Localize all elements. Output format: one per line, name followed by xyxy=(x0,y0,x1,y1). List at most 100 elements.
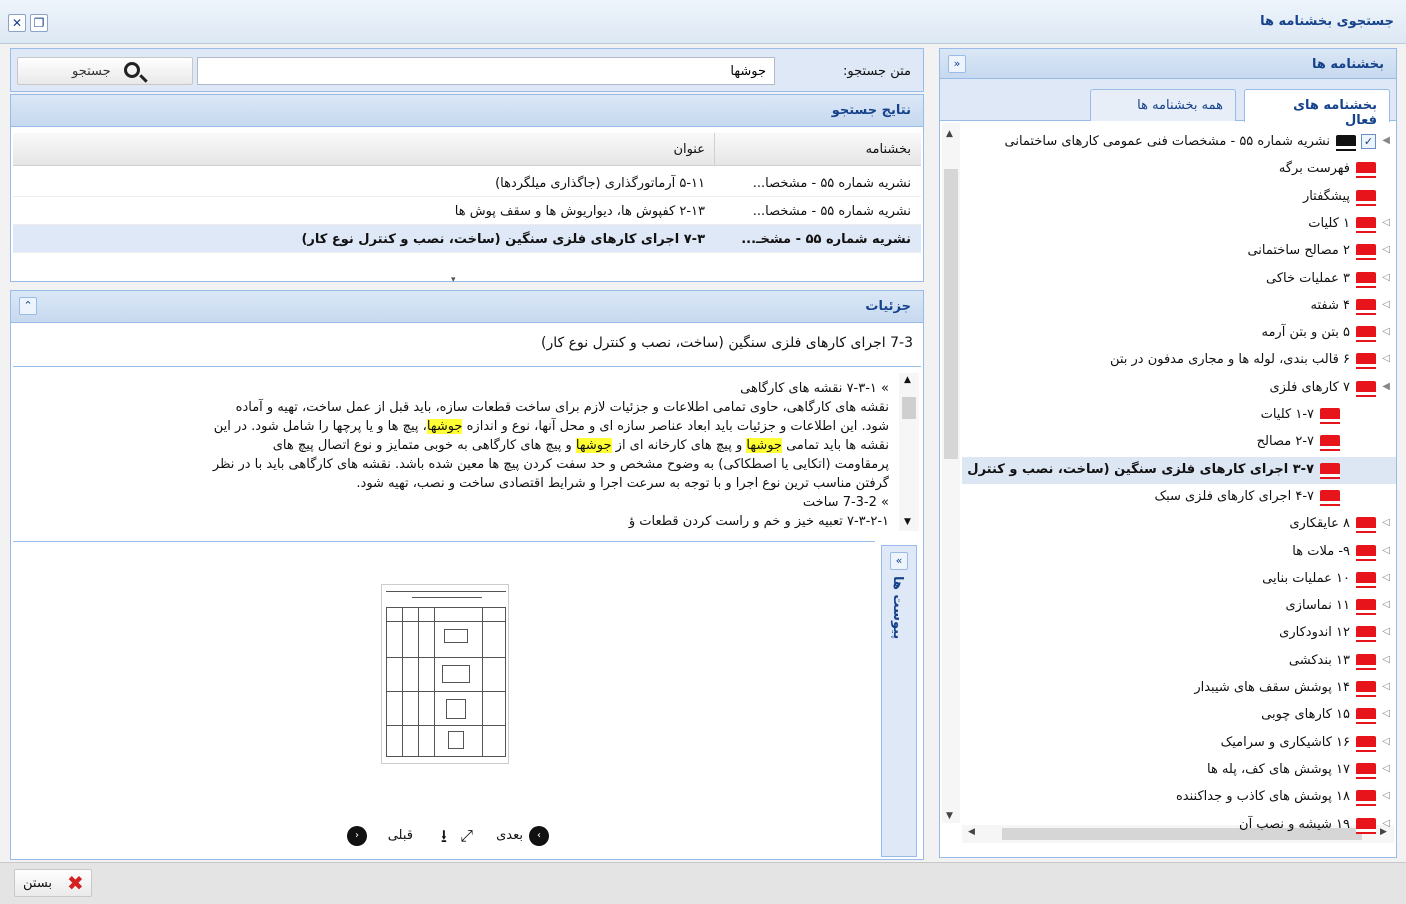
tree-item-label: ۹- ملات ها xyxy=(1292,543,1350,559)
tree-item-label: ۱۸ پوشش های کاذب و جداکننده xyxy=(1175,789,1350,805)
expand-arrow-icon[interactable]: ◁ xyxy=(1382,654,1390,665)
detail-line: ۷-۳-۲-۱ تعبیه خیز و خم و راست کردن قطعات… xyxy=(628,514,889,529)
tree-item[interactable]: ◀ ۷ کارهای فلزی xyxy=(962,375,1396,402)
scroll-down-arrow-icon[interactable]: ▼ xyxy=(946,811,953,821)
book-icon xyxy=(1356,735,1376,750)
tree-item[interactable]: ◁ ۱ کلیات xyxy=(962,211,1396,238)
search-input[interactable] xyxy=(197,57,775,85)
tree-item-label: ۷ کارهای فلزی xyxy=(1269,379,1350,395)
tree-item[interactable]: ◁ ۴ شفته xyxy=(962,293,1396,320)
scroll-up-arrow-icon[interactable]: ▲ xyxy=(904,375,911,385)
expand-arrow-icon[interactable]: ◁ xyxy=(1382,545,1390,556)
expand-arrow-icon[interactable]: ◀ xyxy=(1382,135,1390,146)
tree-item[interactable]: ◁ ۱۲ اندودکاری xyxy=(962,620,1396,647)
scroll-up-arrow-icon[interactable]: ▲ xyxy=(946,129,953,139)
restore-window-icon[interactable]: ❐ xyxy=(30,14,48,32)
tree-item-checkbox[interactable]: ✓ xyxy=(1361,134,1376,149)
close-button-label: بستن xyxy=(23,876,53,891)
close-window-icon[interactable]: ✕ xyxy=(8,14,26,32)
tree-item[interactable]: فهرست برگه xyxy=(962,156,1396,183)
tree-item-label: ۸ عایقکاری xyxy=(1289,516,1350,532)
tree-item[interactable]: ◁ ۱۱ نماسازی xyxy=(962,593,1396,620)
expand-arrow-icon[interactable]: ◁ xyxy=(1382,790,1390,801)
table-row[interactable]: نشریه شماره ۵۵ - مشخصا... ۲-۱۳ کفپوش ها، … xyxy=(13,197,921,225)
book-icon xyxy=(1356,681,1376,695)
scroll-down-arrow-icon[interactable]: ▼ xyxy=(904,517,911,527)
table-row[interactable]: نشریه شماره ۵۵ - مشخصا... ۵-۱۱ آرماتورگذا… xyxy=(13,169,921,197)
fullscreen-icon[interactable]: ⤢ xyxy=(460,826,473,846)
expand-arrow-icon[interactable]: ◁ xyxy=(1382,818,1390,829)
tree-item[interactable]: ◁ ۱۳ بندکشی xyxy=(962,648,1396,675)
tree-item-label: ۱۷ پوشش های کف، پله ها xyxy=(1207,761,1350,777)
tree-item[interactable]: ◁ ۲ مصالح ساختمانی xyxy=(962,238,1396,265)
column-header-bulletin[interactable]: بخشنامه xyxy=(866,142,911,157)
tree-item[interactable]: ۱-۷ کلیات xyxy=(962,402,1396,429)
detail-scrollbar[interactable]: ▲ ▼ xyxy=(899,373,919,531)
book-icon xyxy=(1356,189,1376,204)
detail-scroll-thumb[interactable] xyxy=(902,397,916,419)
tree-item[interactable]: ◁ ۶ قالب بندی، لوله ها و مجاری مدفون در ب… xyxy=(962,347,1396,374)
expand-arrow-icon[interactable]: ◁ xyxy=(1382,708,1390,719)
tree-item[interactable]: ◁ ۹- ملات ها xyxy=(962,539,1396,566)
expand-arrow-icon[interactable]: ◁ xyxy=(1382,681,1390,692)
book-icon xyxy=(1356,380,1376,395)
tree-item[interactable]: ◁ ۸ عایقکاری xyxy=(962,511,1396,538)
search-results-panel: نتایج جستجو بخشنامه عنوان نشریه شماره ۵۵… xyxy=(10,94,924,285)
expand-arrow-icon[interactable]: ◀ xyxy=(1382,381,1390,392)
tab-active-bulletins[interactable]: بخشنامه های فعال xyxy=(1244,89,1390,128)
tree-item[interactable]: پیشگفتار xyxy=(962,184,1396,211)
tree-item[interactable]: ◁ ۱۵ کارهای چوبی xyxy=(962,702,1396,729)
table-row[interactable]: نشریه شماره ۵۵ - مشخـ... ۷-۳ اجرای کارهای… xyxy=(13,225,921,253)
expand-arrow-icon[interactable]: ◁ xyxy=(1382,326,1390,337)
tree-item[interactable]: ◁ ۵ بتن و بتن آرمه xyxy=(962,320,1396,347)
tree-item[interactable]: ◁ ۳ عملیات خاکی xyxy=(962,266,1396,293)
expand-arrow-icon[interactable]: ◁ xyxy=(1382,599,1390,610)
tree-item[interactable]: ◁ ۱۷ پوشش های کف، پله ها xyxy=(962,757,1396,784)
tree-item[interactable]: ۳-۷ اجرای کارهای فلزی سنگین (ساخت، نصب و… xyxy=(962,456,1396,484)
bulletins-panel-header: بخشنامه ها » xyxy=(940,49,1396,79)
result-bulletin-cell: نشریه شماره ۵۵ - مشخـ... xyxy=(741,232,911,247)
expand-attachments-icon[interactable]: « xyxy=(890,552,908,570)
tree-item[interactable]: ◁ ۱۶ کاشیکاری و سرامیک xyxy=(962,730,1396,757)
tree-item[interactable]: ◁ ۱۴ پوشش سقف های شیبدار xyxy=(962,675,1396,702)
tree-item[interactable]: ◀ ✓ نشریه شماره ۵۵ - مشخصات فنی عمومی کاره… xyxy=(962,129,1396,156)
expand-arrow-icon[interactable]: ◁ xyxy=(1382,244,1390,255)
collapse-details-icon[interactable]: ⌃ xyxy=(19,297,37,315)
close-button[interactable]: ✖ بستن xyxy=(14,869,92,897)
tree-vertical-scrollbar[interactable]: ▲ ▼ xyxy=(942,123,960,823)
results-grid-header: بخشنامه عنوان xyxy=(13,133,921,166)
expand-arrow-icon[interactable]: ◁ xyxy=(1382,626,1390,637)
next-page-label[interactable]: بعدی xyxy=(496,828,523,843)
tree-item-label: ۲ مصالح ساختمانی xyxy=(1247,243,1350,259)
expand-arrow-icon[interactable]: ◁ xyxy=(1382,736,1390,747)
splitter-handle-icon[interactable]: ▾ xyxy=(451,275,456,285)
document-page-thumbnail[interactable] xyxy=(381,584,509,764)
book-icon xyxy=(1356,244,1376,259)
attachments-bar[interactable]: « پیوست ها xyxy=(881,545,917,857)
expand-arrow-icon[interactable]: ◁ xyxy=(1382,763,1390,774)
tree-item[interactable]: ۲-۷ مصالح xyxy=(962,429,1396,456)
tree-scroll-thumb[interactable] xyxy=(944,169,958,459)
tree-item[interactable]: ◁ ۱۸ پوشش های کاذب و جداکننده xyxy=(962,784,1396,811)
previous-page-icon[interactable]: ‹ xyxy=(347,826,367,846)
tab-all-bulletins[interactable]: همه بخشنامه ها xyxy=(1090,89,1236,121)
book-icon xyxy=(1356,626,1376,641)
search-button[interactable]: جستجو xyxy=(17,57,193,85)
tree-item[interactable]: ◁ ۱۰ عملیات بنایی xyxy=(962,566,1396,593)
tree-item[interactable]: ◁ ۱۹ شیشه و نصب آن xyxy=(962,812,1396,839)
previous-page-label[interactable]: قبلی xyxy=(388,828,413,843)
collapse-panel-icon[interactable]: » xyxy=(948,55,966,73)
tree-item-label: ۱ کلیات xyxy=(1308,215,1350,231)
expand-arrow-icon[interactable]: ◁ xyxy=(1382,272,1390,283)
expand-arrow-icon[interactable]: ◁ xyxy=(1382,353,1390,364)
expand-arrow-icon[interactable]: ◁ xyxy=(1382,517,1390,528)
tree-item[interactable]: ۴-۷ اجرای کارهای فلزی سبک xyxy=(962,484,1396,511)
column-header-title[interactable]: عنوان xyxy=(673,142,705,157)
expand-arrow-icon[interactable]: ◁ xyxy=(1382,217,1390,228)
tab-label: همه بخشنامه ها xyxy=(1137,98,1223,113)
expand-arrow-icon[interactable]: ◁ xyxy=(1382,299,1390,310)
download-icon[interactable]: ⭳ xyxy=(441,824,447,854)
bulletins-tree: ▲ ▼ ◀ ▶ ◀ ✓ نشریه شماره ۵۵ - مشخصات فنی عم… xyxy=(940,123,1396,857)
next-page-icon[interactable]: › xyxy=(529,826,549,846)
expand-arrow-icon[interactable]: ◁ xyxy=(1382,572,1390,583)
